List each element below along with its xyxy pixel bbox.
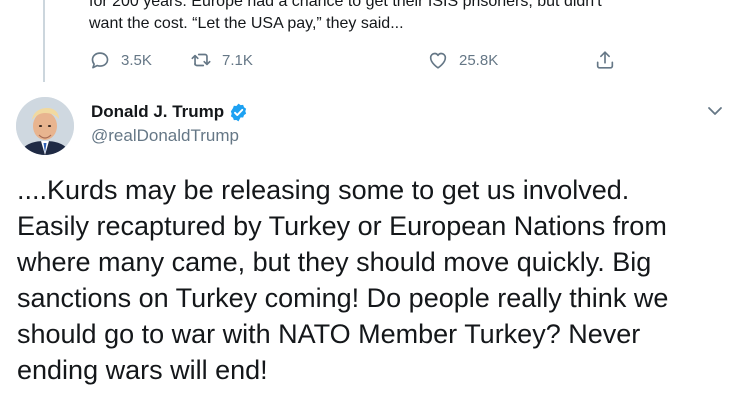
avatar[interactable]	[16, 97, 74, 155]
reply-count: 3.5K	[121, 51, 152, 69]
author-display-name[interactable]: Donald J. Trump	[91, 102, 224, 122]
tweet-text-line: where many came, but they should move qu…	[17, 247, 652, 277]
author-handle[interactable]: @realDonaldTrump	[91, 126, 239, 146]
tweet-text-line: sanctions on Turkey coming! Do people re…	[17, 283, 669, 313]
tweet-text-line: Easily recaptured by Turkey or European …	[17, 211, 667, 241]
reply-button[interactable]: 3.5K	[89, 48, 152, 72]
verified-badge-icon	[231, 103, 247, 121]
share-button[interactable]	[594, 48, 616, 72]
author-name-row: Donald J. Trump	[91, 100, 249, 124]
retweet-button[interactable]: 7.1K	[190, 48, 253, 72]
retweet-icon	[191, 53, 211, 67]
tweet-text: ....Kurds may be releasing some to get u…	[17, 172, 737, 388]
share-icon	[596, 51, 614, 69]
thread-connector-line	[43, 0, 45, 82]
retweet-count: 7.1K	[222, 51, 253, 69]
previous-tweet-actions: 3.5K 7.1K 25.8K	[89, 48, 629, 72]
previous-tweet-text-line: want the cost. “Let the USA pay,” they s…	[89, 15, 404, 32]
tweet-text-line: ending wars will end!	[17, 355, 268, 385]
like-button[interactable]: 25.8K	[427, 48, 498, 72]
reply-icon	[91, 52, 109, 69]
tweet-text-line: should go to war with NATO Member Turkey…	[17, 319, 641, 349]
chevron-down-icon[interactable]	[705, 101, 725, 121]
previous-tweet-text-line: for 200 years. Europe had a chance to ge…	[89, 0, 602, 10]
cropped-timestamp-fragment	[26, 407, 326, 415]
tweet-text-line: ....Kurds may be releasing some to get u…	[17, 175, 630, 205]
like-count: 25.8K	[459, 51, 499, 69]
avatar-portrait-icon	[16, 97, 74, 155]
heart-icon	[429, 52, 447, 69]
previous-tweet-text: for 200 years. Europe had a chance to ge…	[89, 0, 729, 40]
